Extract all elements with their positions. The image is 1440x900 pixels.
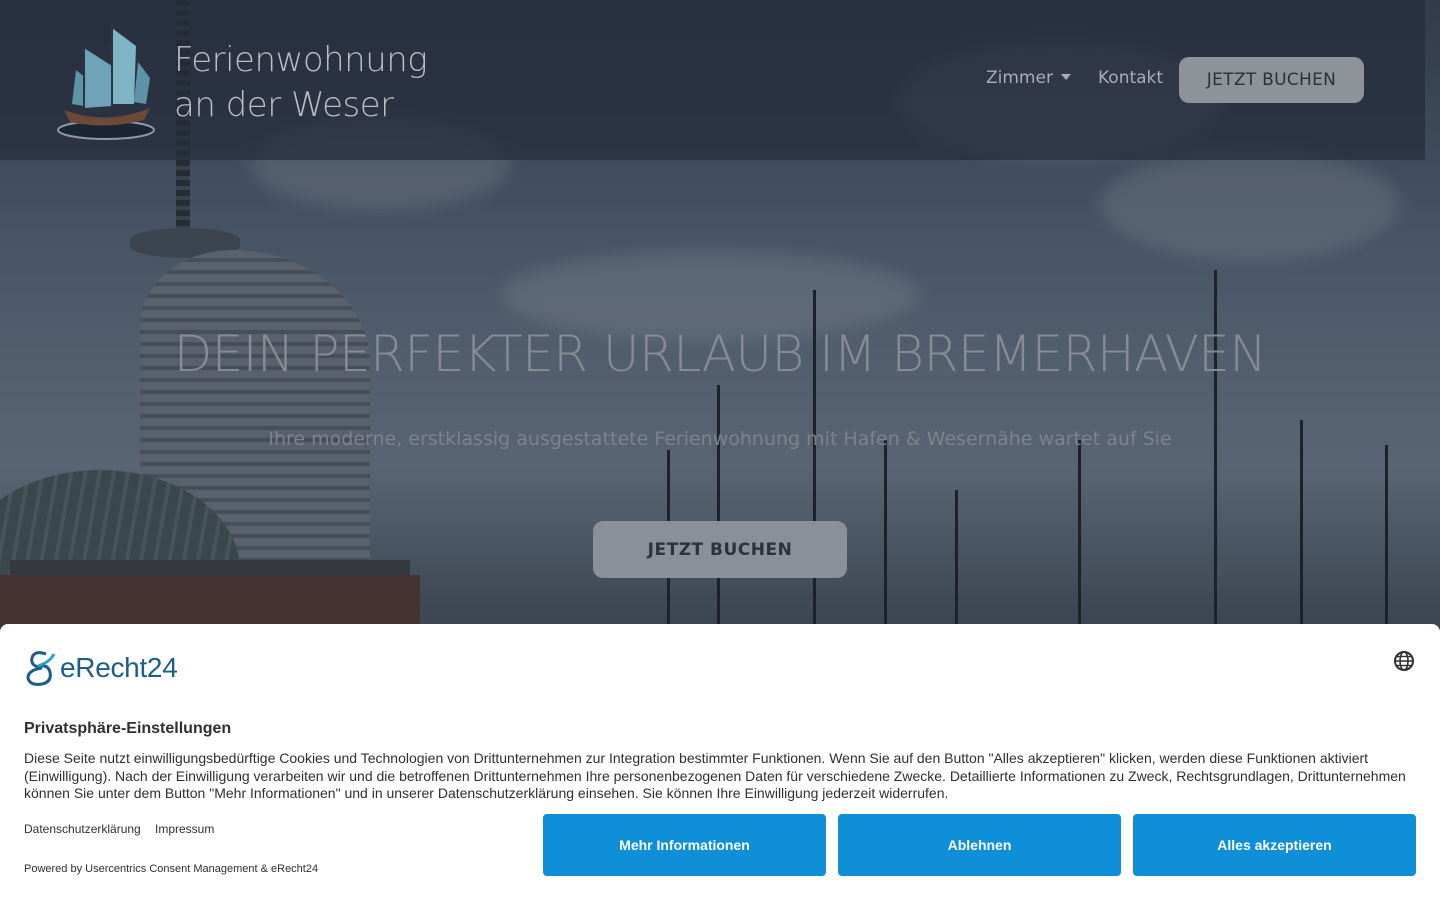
nav-zimmer[interactable]: Zimmer [986,68,1071,88]
brand-line-1: Ferienwohnung [174,40,428,80]
erecht24-logo-text: eRecht24 [60,652,178,683]
cookie-consent-banner: eRecht24 Privatsphäre-Einstellungen Dies… [0,624,1440,900]
site-header: Ferienwohnung an der Weser Zimmer Kontak… [0,0,1425,160]
deny-button[interactable]: Ablehnen [838,814,1121,876]
erecht24-mark-icon [26,651,56,686]
nav-zimmer-label: Zimmer [986,68,1053,88]
ship-logo-icon[interactable] [54,18,158,140]
privacy-link[interactable]: Datenschutzerklärung [24,822,141,836]
imprint-link[interactable]: Impressum [155,822,214,836]
powered-by-text: Powered by Usercentrics Consent Manageme… [24,863,319,875]
accept-all-button[interactable]: Alles akzeptieren [1133,814,1416,876]
header-book-button[interactable]: JETZT BUCHEN [1179,57,1364,103]
consent-title: Privatsphäre-Einstellungen [24,720,232,737]
hero-title: DEIN PERFEKTER URLAUB IM BREMERHAVEN [173,325,1267,383]
nav-kontakt[interactable]: Kontakt [1098,68,1163,88]
caret-down-icon [1060,74,1071,80]
globe-icon[interactable] [1393,650,1415,672]
hero-subtitle: Ihre moderne, erstklassig ausgestattete … [268,428,1172,450]
consent-body: Diese Seite nutzt einwilligungsbedürftig… [24,750,1406,801]
brand-line-2: an der Weser [174,85,394,125]
site-brand[interactable]: Ferienwohnung an der Weser [174,38,428,128]
more-info-button[interactable]: Mehr Informationen [543,814,826,876]
erecht24-logo: eRecht24 [24,648,178,688]
hero-book-button[interactable]: JETZT BUCHEN [593,521,847,578]
